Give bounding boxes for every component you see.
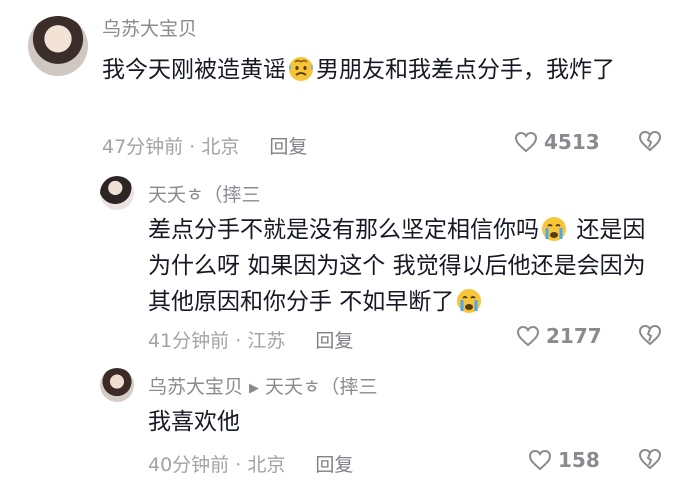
heart-outline-icon bbox=[516, 325, 540, 347]
comment-text-part: 差点分手不就是没有那么坚定相信你吗 bbox=[148, 217, 539, 243]
comment-text: 我喜欢他 bbox=[148, 409, 240, 435]
reply-button[interactable]: 回复 bbox=[269, 136, 307, 158]
comment-username[interactable]: 天夭ㅎ（摔三 bbox=[148, 180, 260, 207]
comment-time: 40分钟前 bbox=[148, 454, 230, 476]
like-button[interactable]: 2177 bbox=[516, 324, 602, 348]
reply-button[interactable]: 回复 bbox=[315, 330, 353, 352]
broken-heart-icon bbox=[638, 448, 662, 470]
comment-text: 我今天刚被造黄谣 男朋友和我差点分手，我炸了 bbox=[102, 52, 662, 88]
dislike-button[interactable] bbox=[638, 324, 662, 350]
comment-location: 江苏 bbox=[247, 330, 286, 352]
comment-time: 41分钟前 bbox=[148, 330, 230, 352]
reply-arrow-icon: ▶ bbox=[249, 381, 260, 396]
avatar[interactable] bbox=[28, 16, 88, 76]
dislike-button[interactable] bbox=[638, 448, 662, 474]
heart-outline-icon bbox=[514, 131, 538, 153]
comment-3: 乌苏大宝贝 ▶ 天夭ㅎ（摔三 我喜欢他 40分钟前 · 北京 回复 158 bbox=[0, 360, 690, 492]
comment-meta: 40分钟前 · 北京 回复 bbox=[148, 454, 354, 476]
comment-text-part: 我今天刚被造黄谣 bbox=[102, 57, 286, 83]
reply-button[interactable]: 回复 bbox=[315, 454, 353, 476]
like-count: 158 bbox=[558, 448, 600, 472]
comment-text: 差点分手不就是没有那么坚定相信你吗 还是因为什么呀 如果因为这个 我觉得以后他还… bbox=[148, 212, 660, 320]
comment-text-part: 男朋友和我差点分手，我炸了 bbox=[316, 57, 615, 83]
comment-meta: 47分钟前 · 北京 回复 bbox=[102, 136, 308, 158]
comment-meta: 41分钟前 · 江苏 回复 bbox=[148, 330, 354, 352]
reply-target[interactable]: 天夭ㅎ（摔三 bbox=[265, 376, 377, 398]
comment-username: 乌苏大宝贝 ▶ 天夭ㅎ（摔三 bbox=[148, 372, 378, 399]
heart-outline-icon bbox=[528, 449, 552, 471]
like-button[interactable]: 4513 bbox=[514, 130, 600, 154]
comment-location: 北京 bbox=[247, 454, 286, 476]
comment-username[interactable]: 乌苏大宝贝 bbox=[102, 14, 197, 41]
broken-heart-icon bbox=[638, 324, 662, 346]
sweating-emoji-icon bbox=[286, 54, 316, 82]
comment-1: 乌苏大宝贝 我今天刚被造黄谣 男朋友和我差点分手，我炸了 47分钟前 · 北京 回复… bbox=[0, 0, 690, 170]
crying-emoji-icon bbox=[454, 286, 484, 314]
dislike-button[interactable] bbox=[638, 130, 662, 156]
like-count: 4513 bbox=[544, 130, 600, 154]
broken-heart-icon bbox=[638, 130, 662, 152]
like-button[interactable]: 158 bbox=[528, 448, 600, 472]
crying-emoji-icon bbox=[539, 214, 569, 242]
like-count: 2177 bbox=[546, 324, 602, 348]
reply-author[interactable]: 乌苏大宝贝 bbox=[148, 376, 243, 398]
avatar[interactable] bbox=[100, 176, 134, 210]
comment-time: 47分钟前 bbox=[102, 136, 184, 158]
comment-location: 北京 bbox=[201, 136, 240, 158]
comment-2: 天夭ㅎ（摔三 差点分手不就是没有那么坚定相信你吗 还是因为什么呀 如果因为这个 … bbox=[0, 170, 690, 360]
avatar[interactable] bbox=[100, 368, 134, 402]
